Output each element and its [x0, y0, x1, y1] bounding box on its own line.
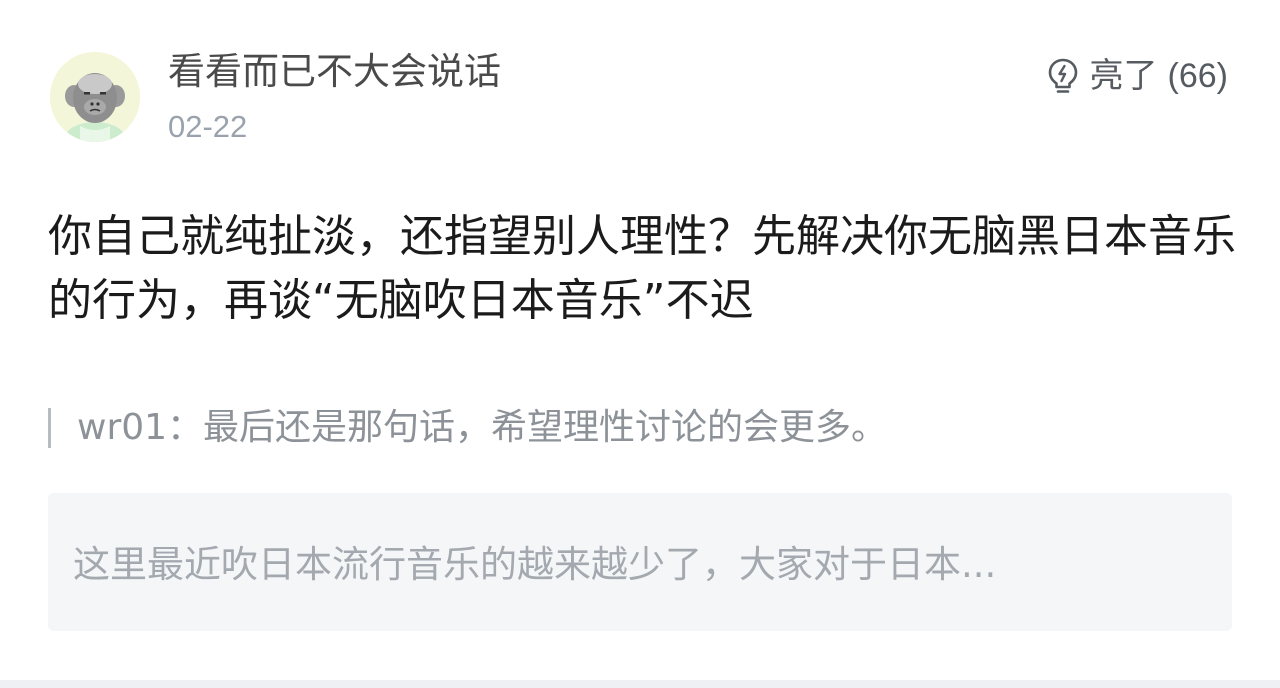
light-label: 亮了	[1089, 56, 1158, 96]
light-button[interactable]: 亮了 (66)	[1046, 52, 1228, 100]
author-name[interactable]: 看看而已不大会说话	[168, 48, 501, 96]
quoted-reply[interactable]: wr01：最后还是那句话，希望理性讨论的会更多。	[48, 400, 1238, 456]
lightbulb-icon	[1048, 58, 1077, 93]
avatar[interactable]	[50, 52, 140, 142]
quote-bar	[48, 408, 51, 448]
section-divider	[0, 680, 1280, 688]
quoted-reply-text: wr01：最后还是那句话，希望理性讨论的会更多。	[77, 407, 888, 448]
original-post-snippet: 这里最近吹日本流行音乐的越来越少了，大家对于日本...	[73, 543, 997, 586]
comment-text: 你自己就纯扯淡，还指望别人理性？先解决你无脑黑日本音乐的行为，再谈“无脑吹日本音…	[48, 211, 1236, 326]
light-count: (66)	[1167, 57, 1228, 95]
comment-card: 看看而已不大会说话 02-22 亮了 (66) 你自己就纯扯淡，还指望别人理性？…	[0, 0, 1280, 680]
original-post-card[interactable]: 这里最近吹日本流行音乐的越来越少了，大家对于日本...	[48, 493, 1232, 631]
post-date: 02-22	[168, 109, 248, 144]
cartoon-face-avatar-icon	[50, 52, 140, 142]
